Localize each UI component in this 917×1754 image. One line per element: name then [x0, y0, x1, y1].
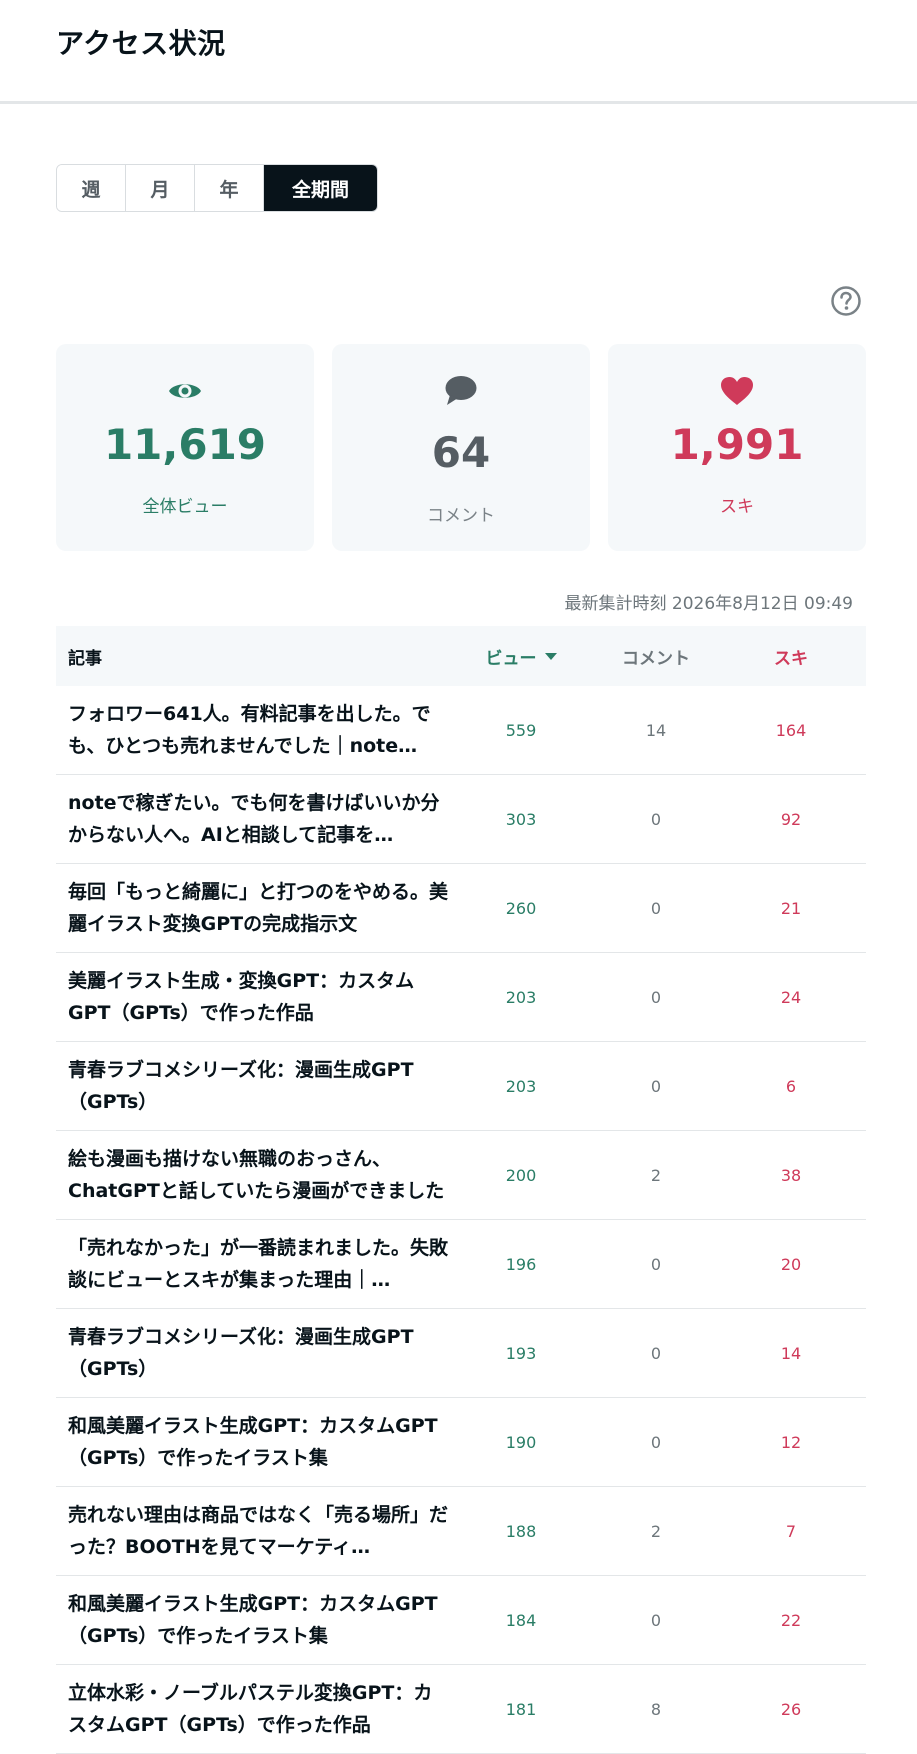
article-title[interactable]: noteで稼ぎたい。でも何を書けばいいか分からない人へ。AIと相談して記事を… [56, 787, 461, 851]
last-updated-timestamp: 最新集計時刻 2026年8月12日 09:49 [564, 594, 853, 614]
article-comments: 0 [650, 1076, 662, 1096]
article-comments: 0 [650, 1432, 662, 1452]
period-week-button[interactable]: 週 [57, 165, 126, 211]
table-header: 記事 ビュー コメント スキ [56, 626, 866, 686]
heart-icon [721, 377, 753, 405]
column-header-article: 記事 [68, 648, 102, 669]
table-row[interactable]: 「売れなかった」が一番読まれました。失敗談にビューとスキが集まった理由｜… 19… [56, 1220, 866, 1309]
article-views: 203 [505, 987, 537, 1007]
comments-total-value: 64 [431, 428, 491, 477]
article-views: 203 [505, 1076, 537, 1096]
article-title[interactable]: 青春ラブコメシリーズ化：漫画生成GPT（GPTs） [56, 1321, 461, 1385]
article-likes: 6 [785, 1076, 797, 1096]
table-row[interactable]: 和風美麗イラスト生成GPT：カスタムGPT（GPTs）で作ったイラスト集 190… [56, 1398, 866, 1487]
article-title[interactable]: 青春ラブコメシリーズ化：漫画生成GPT（GPTs） [56, 1054, 461, 1118]
article-likes: 20 [780, 1254, 802, 1274]
article-comments: 0 [650, 809, 662, 829]
column-header-likes[interactable]: スキ [731, 644, 851, 669]
table-row[interactable]: 青春ラブコメシリーズ化：漫画生成GPT（GPTs） 193 0 14 [56, 1309, 866, 1398]
article-title[interactable]: 和風美麗イラスト生成GPT：カスタムGPT（GPTs）で作ったイラスト集 [56, 1410, 461, 1474]
views-total-label: 全体ビュー [142, 497, 228, 517]
article-likes: 24 [780, 987, 802, 1007]
table-row[interactable]: 絵も漫画も描けない無職のおっさん、ChatGPTと話していたら漫画ができました … [56, 1131, 866, 1220]
article-title[interactable]: 絵も漫画も描けない無職のおっさん、ChatGPTと話していたら漫画ができました [56, 1143, 461, 1207]
speech-bubble-icon [445, 376, 477, 405]
table-row[interactable]: 立体水彩・ノーブルパステル変換GPT：カスタムGPT（GPTs）で作った作品 1… [56, 1665, 866, 1754]
article-title[interactable]: 毎回「もっと綺麗に」と打つのをやめる。美麗イラスト変換GPTの完成指示文 [56, 876, 461, 940]
article-comments: 0 [650, 1254, 662, 1274]
article-likes: 12 [780, 1432, 802, 1452]
article-title[interactable]: 和風美麗イラスト生成GPT：カスタムGPT（GPTs）で作ったイラスト集 [56, 1588, 461, 1652]
article-views: 559 [505, 720, 537, 740]
article-comments: 8 [650, 1699, 662, 1719]
table-row[interactable]: 売れない理由は商品ではなく「売る場所」だった？BOOTHを見てマーケティ… 18… [56, 1487, 866, 1576]
article-title[interactable]: 立体水彩・ノーブルパステル変換GPT：カスタムGPT（GPTs）で作った作品 [56, 1677, 461, 1741]
table-row[interactable]: 和風美麗イラスト生成GPT：カスタムGPT（GPTs）で作ったイラスト集 184… [56, 1576, 866, 1665]
article-title[interactable]: 売れない理由は商品ではなく「売る場所」だった？BOOTHを見てマーケティ… [56, 1499, 461, 1563]
article-title[interactable]: 「売れなかった」が一番読まれました。失敗談にビューとスキが集まった理由｜… [56, 1232, 461, 1296]
stat-card-comments: 64 コメント [332, 344, 590, 551]
article-views: 303 [505, 809, 537, 829]
period-month-button[interactable]: 月 [126, 165, 195, 211]
article-views: 190 [505, 1432, 537, 1452]
table-row[interactable]: 毎回「もっと綺麗に」と打つのをやめる。美麗イラスト変換GPTの完成指示文 260… [56, 864, 866, 953]
article-likes: 21 [780, 898, 802, 918]
article-views: 193 [505, 1343, 537, 1363]
page-header: アクセス状況 [0, 0, 917, 104]
page-title: アクセス状況 [56, 27, 226, 60]
column-header-views[interactable]: ビュー [461, 644, 581, 669]
article-likes: 26 [780, 1699, 802, 1719]
help-icon[interactable] [830, 285, 862, 317]
column-header-comments[interactable]: コメント [581, 644, 731, 669]
article-title[interactable]: 美麗イラスト生成・変換GPT：カスタムGPT（GPTs）で作った作品 [56, 965, 461, 1029]
article-comments: 14 [645, 720, 667, 740]
article-views: 181 [505, 1699, 537, 1719]
article-likes: 38 [780, 1165, 802, 1185]
table-row[interactable]: 美麗イラスト生成・変換GPT：カスタムGPT（GPTs）で作った作品 203 0… [56, 953, 866, 1042]
article-likes: 7 [785, 1521, 797, 1541]
period-selector: 週 月 年 全期間 [56, 164, 378, 212]
table-row[interactable]: noteで稼ぎたい。でも何を書けばいいか分からない人へ。AIと相談して記事を… … [56, 775, 866, 864]
column-header-views-label: ビュー [485, 648, 537, 669]
article-title[interactable]: フォロワー641人。有料記事を出した。でも、ひとつも売れませんでした｜note… [56, 698, 461, 762]
article-comments: 2 [650, 1165, 662, 1185]
article-views: 200 [505, 1165, 537, 1185]
article-likes: 14 [780, 1343, 802, 1363]
article-views: 188 [505, 1521, 537, 1541]
table-row[interactable]: 青春ラブコメシリーズ化：漫画生成GPT（GPTs） 203 0 6 [56, 1042, 866, 1131]
likes-total-label: スキ [720, 497, 754, 517]
stat-card-likes: 1,991 スキ [608, 344, 866, 551]
stat-card-views: 11,619 全体ビュー [56, 344, 314, 551]
article-comments: 2 [650, 1521, 662, 1541]
likes-total-value: 1,991 [670, 420, 804, 469]
table-row[interactable]: フォロワー641人。有料記事を出した。でも、ひとつも売れませんでした｜note…… [56, 686, 866, 775]
article-views: 260 [505, 898, 537, 918]
article-likes: 92 [780, 809, 802, 829]
article-likes: 22 [780, 1610, 802, 1630]
eye-icon [169, 384, 201, 398]
article-views: 196 [505, 1254, 537, 1274]
article-comments: 0 [650, 987, 662, 1007]
article-views: 184 [505, 1610, 537, 1630]
article-likes: 164 [775, 720, 807, 740]
period-all-button[interactable]: 全期間 [264, 165, 377, 211]
article-comments: 0 [650, 1343, 662, 1363]
period-year-button[interactable]: 年 [195, 165, 264, 211]
comments-total-label: コメント [427, 506, 495, 526]
views-total-value: 11,619 [103, 420, 267, 469]
article-comments: 0 [650, 1610, 662, 1630]
article-stats-table: 記事 ビュー コメント スキ フォロワー641人。有料記事を出した。でも、ひとつ… [56, 626, 866, 1754]
sort-descending-icon [544, 652, 557, 660]
article-comments: 0 [650, 898, 662, 918]
